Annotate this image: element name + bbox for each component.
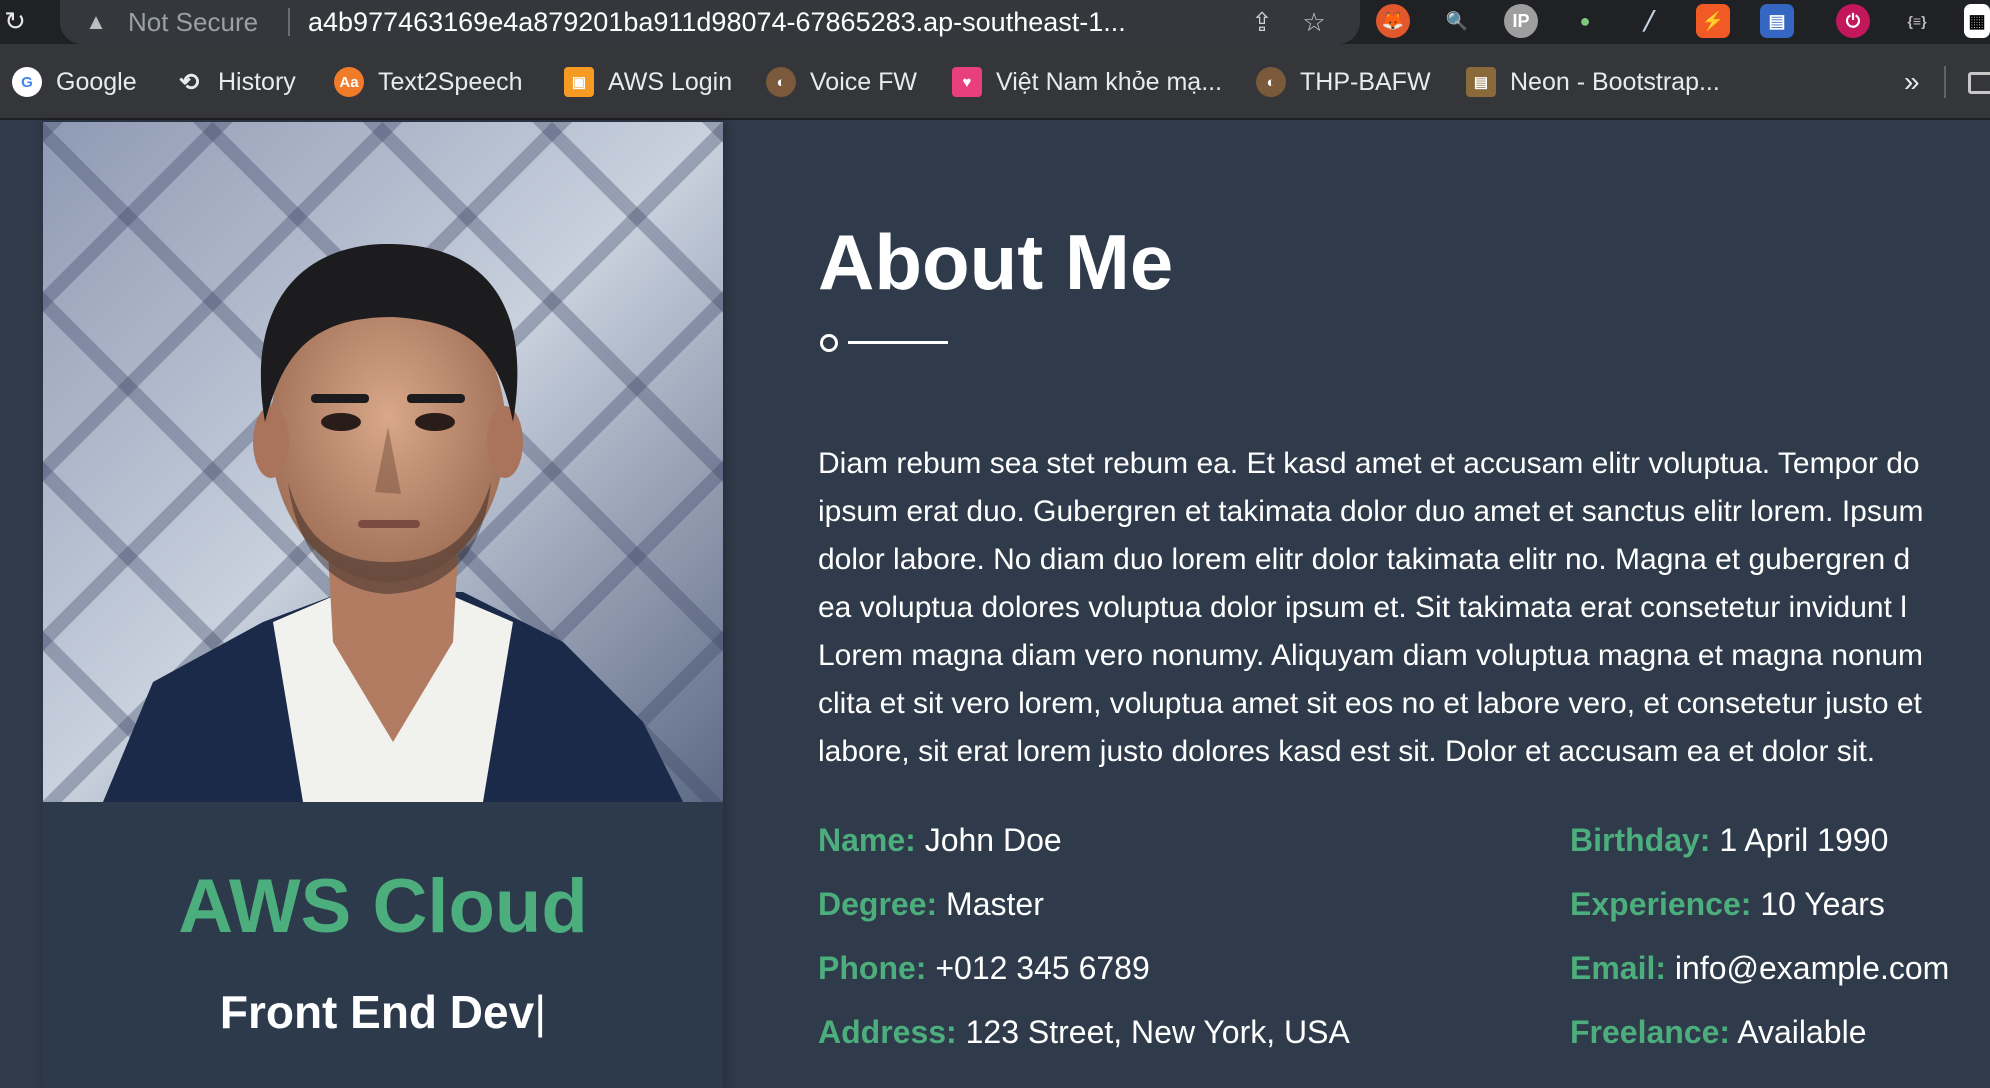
info-value: Available	[1737, 1014, 1867, 1050]
notebook-icon[interactable]: ▤	[1760, 4, 1794, 38]
info-email: Email: info@example.com	[1570, 948, 1949, 988]
info-birthday: Birthday: 1 April 1990	[1570, 820, 1888, 860]
bookmark-viet-nam[interactable]: ♥ Việt Nam khỏe mạ...	[952, 65, 1222, 99]
info-address: Address: 123 Street, New York, USA	[818, 1012, 1350, 1052]
qr-icon[interactable]: ▦	[1964, 4, 1990, 38]
fox-icon[interactable]: 🦊	[1376, 4, 1410, 38]
address-bar[interactable]: ▲ Not Secure a4b977463169e4a879201ba911d…	[60, 0, 1360, 44]
bookmark-label: THP-BAFW	[1300, 67, 1431, 96]
divider-line	[848, 341, 948, 344]
about-title: About Me	[818, 218, 1174, 306]
aws-cube-icon: ▣	[564, 67, 594, 97]
bookmarks-divider	[1944, 66, 1946, 98]
heart-icon: ♥	[952, 67, 982, 97]
about-paragraph-line: clita et sit vero lorem, voluptua amet s…	[818, 687, 1922, 720]
warning-icon[interactable]: ▲	[84, 10, 108, 34]
info-value[interactable]: info@example.com	[1675, 950, 1949, 986]
typed-role-text: Front End Dev|	[43, 984, 723, 1040]
text2speech-icon: Aa	[334, 67, 364, 97]
info-label: Birthday:	[1570, 822, 1711, 858]
folder-icon[interactable]	[1968, 72, 1990, 94]
bookmark-label: Text2Speech	[378, 67, 523, 96]
info-label: Name:	[818, 822, 916, 858]
info-value: 1 April 1990	[1719, 822, 1889, 858]
info-label: Phone:	[818, 950, 927, 986]
magnifier-icon[interactable]: 🔍	[1440, 4, 1474, 38]
info-freelance: Freelance: Available	[1570, 1012, 1866, 1052]
typing-caret: |	[534, 986, 547, 1038]
info-label: Address:	[818, 1014, 957, 1050]
profile-photo	[43, 122, 723, 802]
bookmark-google[interactable]: G Google	[12, 65, 137, 99]
ip-icon[interactable]: IP	[1504, 4, 1538, 38]
divider-circle	[820, 334, 838, 352]
about-paragraph-line: Diam rebum sea stet rebum ea. Et kasd am…	[818, 447, 1920, 480]
dropper-icon[interactable]: ╱	[1632, 4, 1666, 38]
info-experience: Experience: 10 Years	[1570, 884, 1885, 924]
bookmark-label: AWS Login	[608, 67, 733, 96]
bookmark-label: Neon - Bootstrap...	[1510, 67, 1720, 96]
not-secure-label[interactable]: Not Secure	[128, 7, 258, 37]
info-label: Email:	[1570, 950, 1667, 986]
share-icon[interactable]: ⇪	[1246, 6, 1278, 38]
profile-photo-illustration	[43, 122, 723, 802]
reload-icon[interactable]: ↻	[0, 6, 30, 36]
page-content: AWS Cloud Front End Dev| About Me Diam r…	[0, 122, 1990, 1088]
about-paragraph-line: Lorem magna diam vero nonumy. Aliquyam d…	[818, 639, 1924, 672]
star-icon[interactable]: ☆	[1298, 6, 1330, 38]
bookmark-history[interactable]: ⟲ History	[174, 65, 296, 99]
more-bookmarks-chevron-icon[interactable]: »	[1904, 66, 1920, 98]
power-icon[interactable]: ⏻	[1836, 4, 1870, 38]
bookmark-voice-fw[interactable]: ◐ Voice FW	[766, 65, 917, 99]
voice-fw-icon: ◐	[766, 67, 796, 97]
info-degree: Degree: Master	[818, 884, 1044, 924]
bookmark-aws-login[interactable]: ▣ AWS Login	[564, 65, 732, 99]
map-pin-icon[interactable]: ●	[1568, 4, 1602, 38]
bookmark-neon[interactable]: ▤ Neon - Bootstrap...	[1466, 65, 1720, 99]
json-icon[interactable]: {≡}	[1900, 4, 1934, 38]
bookmark-text2speech[interactable]: Aa Text2Speech	[334, 65, 523, 99]
role-text: Front End Dev	[219, 986, 535, 1038]
brand-title: AWS Cloud	[178, 864, 588, 949]
info-name: Name: John Doe	[818, 820, 1062, 860]
history-icon: ⟲	[178, 68, 200, 96]
address-divider	[288, 8, 290, 36]
bookmarks-bar: G Google ⟲ History Aa Text2Speech ▣ AWS …	[0, 44, 1990, 120]
bookmark-icon[interactable]: ⚡	[1696, 4, 1730, 38]
info-value: Master	[946, 886, 1044, 922]
bookmark-label: History	[218, 67, 296, 96]
google-icon: G	[12, 67, 42, 97]
about-paragraph-line: ipsum erat duo. Gubergren et takimata do…	[818, 495, 1924, 528]
bookmark-thp-bafw[interactable]: ◐ THP-BAFW	[1256, 65, 1431, 99]
info-value: 123 Street, New York, USA	[965, 1014, 1350, 1050]
about-paragraph-line: ea voluptua dolores voluptua dolor ipsum…	[818, 591, 1907, 624]
info-value: 10 Years	[1760, 886, 1885, 922]
info-label: Experience:	[1570, 886, 1752, 922]
info-value: John Doe	[924, 822, 1062, 858]
url-text[interactable]: a4b977463169e4a879201ba911d98074-6786528…	[308, 7, 1298, 37]
neon-icon: ▤	[1466, 67, 1496, 97]
info-phone: Phone: +012 345 6789	[818, 948, 1150, 988]
info-label: Degree:	[818, 886, 938, 922]
info-value: +012 345 6789	[935, 950, 1150, 986]
about-paragraph-line: dolor labore. No diam duo lorem elitr do…	[818, 543, 1911, 576]
info-label: Freelance:	[1570, 1014, 1731, 1050]
browser-toolbar: ↻ ▲ Not Secure a4b977463169e4a879201ba91…	[0, 0, 1990, 44]
profile-card: AWS Cloud Front End Dev|	[43, 122, 723, 1088]
bookmark-label: Việt Nam khỏe mạ...	[996, 67, 1223, 96]
about-paragraph-line: labore, sit erat lorem justo dolores kas…	[818, 735, 1876, 768]
thp-icon: ◐	[1256, 67, 1286, 97]
about-paragraph: Diam rebum sea stet rebum ea. Et kasd am…	[818, 440, 1990, 776]
bookmark-label: Voice FW	[810, 67, 917, 96]
bookmark-label: Google	[56, 67, 137, 96]
